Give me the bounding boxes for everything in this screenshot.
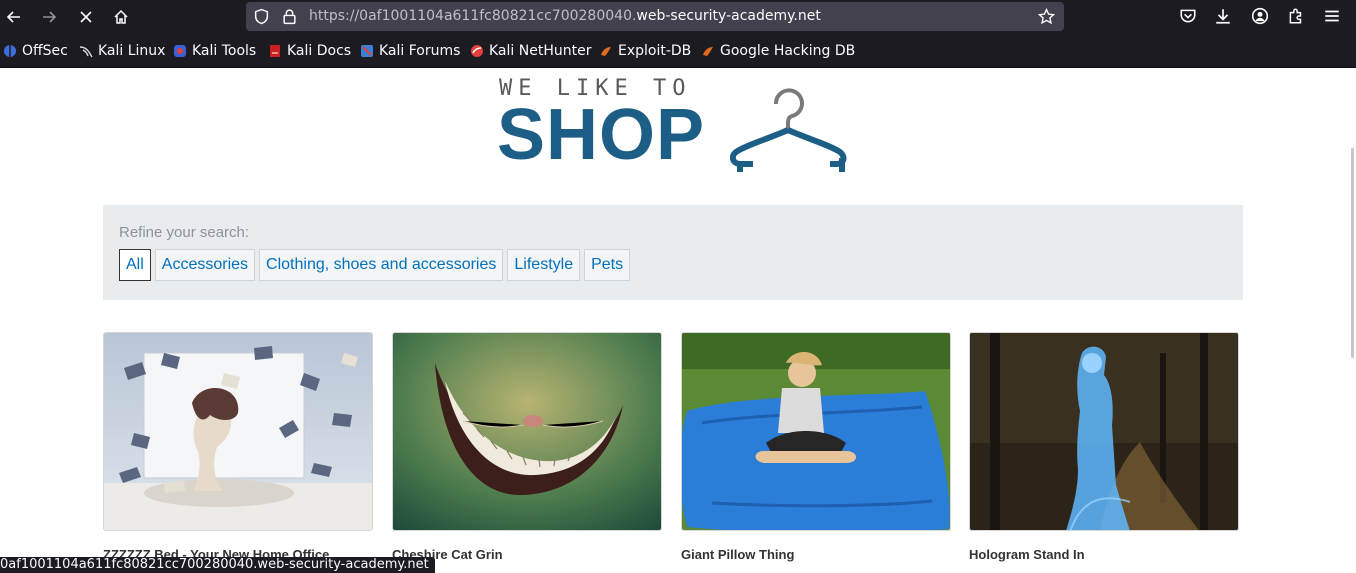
- bookmark-offsec[interactable]: OffSec: [3, 43, 68, 59]
- product-image[interactable]: [392, 332, 662, 531]
- product-image[interactable]: [103, 332, 373, 531]
- bookmark-kali-nethunter[interactable]: Kali NetHunter: [470, 43, 591, 59]
- star-icon[interactable]: [1037, 7, 1056, 25]
- search-label: Refine your search:: [119, 224, 250, 241]
- bookmark-label: Kali Tools: [192, 43, 257, 59]
- link-status-bar: 0af1001104a611fc80821cc700280040.web-sec…: [0, 557, 435, 573]
- browser-toolbar: https://0af1001104a611fc80821cc700280040…: [0, 0, 1356, 34]
- url-prefix: https://0af1001104a611fc80821cc700280040…: [309, 8, 637, 24]
- exploit-db-icon: [599, 44, 613, 58]
- bookmark-label: OffSec: [22, 43, 68, 59]
- bookmark-exploit-db[interactable]: Exploit-DB: [599, 43, 691, 59]
- url-bar[interactable]: https://0af1001104a611fc80821cc700280040…: [246, 2, 1064, 31]
- bookmark-label: Kali Docs: [287, 43, 352, 59]
- shield-icon[interactable]: [253, 8, 270, 25]
- filter-list: All Accessories Clothing, shoes and acce…: [119, 249, 631, 281]
- kali-tools-icon: [173, 44, 187, 58]
- kali-docs-icon: [268, 44, 282, 58]
- product-name[interactable]: Hologram Stand In: [969, 547, 1085, 562]
- offsec-icon: [3, 44, 17, 58]
- bookmark-kali-forums[interactable]: Kali Forums: [360, 43, 460, 59]
- url-text[interactable]: https://0af1001104a611fc80821cc700280040…: [309, 8, 821, 24]
- filter-all[interactable]: All: [119, 249, 151, 281]
- bookmark-label: Kali NetHunter: [489, 43, 592, 59]
- bookmarks-bar: OffSec Kali Linux Kali Tools Kali Docs K…: [0, 34, 1356, 68]
- bookmark-google-hacking-db[interactable]: Google Hacking DB: [701, 43, 855, 59]
- page-scrollbar[interactable]: [1351, 148, 1354, 358]
- google-hacking-db-icon: [701, 44, 715, 58]
- kali-dragon-icon: [79, 44, 93, 58]
- forward-icon[interactable]: [37, 5, 61, 29]
- url-domain: web-security-academy.net: [636, 8, 821, 24]
- bookmark-label: Kali Linux: [98, 43, 166, 59]
- back-icon[interactable]: [2, 5, 26, 29]
- product-card[interactable]: Hologram Stand In: [969, 332, 1239, 562]
- shop-logo[interactable]: WE LIKE TO SHOP: [497, 76, 857, 176]
- bookmark-label: Google Hacking DB: [720, 43, 856, 59]
- home-icon[interactable]: [109, 5, 133, 29]
- product-card[interactable]: ZZZZZZ Bed - Your New Home Office: [103, 332, 373, 562]
- hanger-icon: [730, 88, 847, 172]
- product-card[interactable]: Giant Pillow Thing: [681, 332, 951, 562]
- bookmark-kali-docs[interactable]: Kali Docs: [268, 43, 351, 59]
- kali-nethunter-icon: [470, 44, 484, 58]
- download-icon[interactable]: [1214, 7, 1232, 25]
- product-name[interactable]: Giant Pillow Thing: [681, 547, 794, 562]
- logo-title: SHOP: [497, 95, 706, 175]
- stop-icon[interactable]: [74, 5, 98, 29]
- filter-lifestyle[interactable]: Lifestyle: [507, 249, 581, 281]
- account-icon[interactable]: [1251, 7, 1269, 25]
- page-content: WE LIKE TO SHOP Refine your search: All …: [0, 68, 1356, 573]
- product-image[interactable]: [681, 332, 951, 531]
- filter-clothing[interactable]: Clothing, shoes and accessories: [259, 249, 504, 281]
- bookmark-kali-linux[interactable]: Kali Linux: [79, 43, 165, 59]
- filter-pets[interactable]: Pets: [584, 249, 631, 281]
- pocket-icon[interactable]: [1179, 7, 1197, 25]
- kali-forums-icon: [360, 44, 374, 58]
- lock-icon[interactable]: [281, 8, 298, 25]
- bookmark-label: Kali Forums: [379, 43, 461, 59]
- bookmark-kali-tools[interactable]: Kali Tools: [173, 43, 256, 59]
- product-image[interactable]: [969, 332, 1239, 531]
- search-filter-panel: Refine your search: All Accessories Clot…: [103, 205, 1243, 300]
- filter-accessories[interactable]: Accessories: [154, 249, 256, 281]
- product-card[interactable]: Cheshire Cat Grin: [392, 332, 662, 562]
- bookmark-label: Exploit-DB: [618, 43, 692, 59]
- extensions-icon[interactable]: [1287, 7, 1305, 25]
- menu-icon[interactable]: [1323, 7, 1341, 25]
